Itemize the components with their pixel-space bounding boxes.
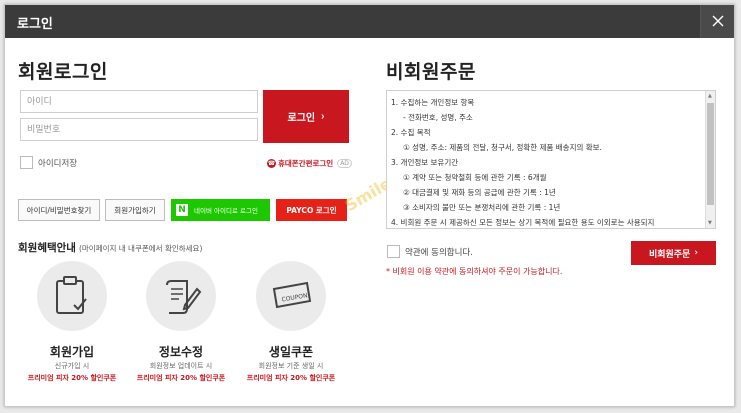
benefit-note: (마이페이지 내 내쿠폰에서 확인하세요) — [78, 244, 203, 253]
benefit-update-name: 정보수정 — [158, 345, 204, 359]
terms-scrollbar[interactable]: ▲ ▼ — [705, 91, 715, 228]
clipboard-check-icon — [56, 276, 87, 314]
terms-line: ① 계약 또는 청약철회 등에 관한 기록 : 6개월 — [403, 173, 547, 182]
close-button[interactable] — [700, 5, 734, 38]
join-label: 회원가입하기 — [114, 205, 156, 215]
title-bar: 로그인 — [5, 5, 734, 38]
scroll-up-icon[interactable]: ▲ — [708, 93, 712, 99]
benefit-birthday-name: 생일쿠폰 — [268, 345, 314, 359]
login-button[interactable]: 로그인 › — [263, 90, 349, 143]
find-account-button[interactable]: 아이디/비밀번호찾기 — [18, 199, 100, 221]
dialog-title: 로그인 — [17, 17, 53, 32]
benefit-birthday-promo: 프리미엄 피자 20% 할인쿠폰 — [246, 374, 336, 382]
phone-icon: ☎ — [267, 159, 276, 168]
payco-login-button[interactable]: PAYCO 로그인 — [276, 199, 347, 221]
terms-line: ② 대금결제 및 재화 등의 공급에 관한 기록 : 1년 — [403, 188, 556, 197]
naver-login-button[interactable]: N 네이버 아이디로 로그인 — [171, 199, 270, 221]
terms-line: ③ 소비자의 불만 또는 분쟁처리에 관한 기록 : 1년 — [403, 203, 561, 212]
chevron-right-icon: › — [321, 111, 325, 122]
phone-login-label: 휴대폰간편로그인 — [278, 159, 334, 168]
benefit-update-desc: 회원정보 업데이트 시 — [149, 362, 213, 370]
login-dialog: 로그인 회원로그인 로그인 › 아이디저장 ☎ 휴대폰간편로그인 AD 아이디/… — [4, 4, 735, 407]
scroll-down-icon[interactable]: ▼ — [708, 220, 712, 226]
phone-login-link[interactable]: ☎ 휴대폰간편로그인 AD — [267, 158, 352, 169]
save-id-label: 아이디저장 — [38, 159, 78, 169]
benefit-update-circle — [146, 261, 216, 331]
benefit-heading: 회원혜택안내 (마이페이지 내 내쿠폰에서 확인하세요) — [18, 240, 202, 255]
join-button[interactable]: 회원가입하기 — [105, 199, 165, 221]
naver-logo-icon: N — [176, 204, 188, 216]
benefit-title: 회원혜택안내 — [18, 242, 76, 254]
benefit-update-promo: 프리미엄 피자 20% 할인쿠폰 — [136, 374, 226, 382]
agree-checkbox[interactable] — [387, 245, 400, 258]
ad-badge: AD — [337, 159, 352, 168]
save-id-checkbox[interactable] — [20, 156, 33, 169]
terms-box[interactable]: 1. 수집하는 개인정보 항목 - 전화번호, 성명, 주소 2. 수집 목적 … — [386, 90, 716, 229]
scroll-thumb[interactable] — [707, 103, 714, 205]
password-input[interactable] — [20, 118, 258, 141]
terms-line: 3. 개인정보 보유기간 — [391, 158, 459, 167]
close-icon — [712, 15, 724, 27]
terms-line: 1. 수집하는 개인정보 항목 — [391, 98, 475, 107]
terms-list: 1. 수집하는 개인정보 항목 - 전화번호, 성명, 주소 2. 수집 목적 … — [387, 91, 715, 228]
guest-order-label: 비회원주문 — [648, 249, 691, 260]
benefit-join-desc: 신규가입 시 — [54, 362, 90, 370]
benefit-birthday-desc: 회원정보 기준 생일 시 — [258, 362, 324, 370]
find-account-label: 아이디/비밀번호찾기 — [26, 205, 92, 215]
benefit-join-name: 회원가입 — [49, 345, 95, 359]
member-login-heading: 회원로그인 — [18, 61, 108, 83]
id-input[interactable] — [20, 90, 258, 113]
terms-line: 2. 수집 목적 — [391, 128, 431, 137]
terms-line: 4. 비회원 주문 시 제공하신 모든 정보는 상기 목적에 필요한 용도 이외… — [391, 218, 655, 227]
benefit-birthday-circle: COUPON — [256, 261, 326, 331]
terms-line: ① 성명, 주소: 제품의 전달, 청구서, 정확한 제품 배송지의 확보. — [403, 143, 602, 152]
guest-order-button[interactable]: 비회원주문 › — [631, 241, 716, 265]
chevron-right-icon: › — [694, 248, 699, 258]
login-button-label: 로그인 — [287, 113, 316, 124]
benefit-join-promo: 프리미엄 피자 20% 할인쿠폰 — [27, 374, 117, 382]
coupon-icon: COUPON — [272, 281, 312, 309]
agree-warning: * 비회원 이용 약관에 동의하셔야 주문이 가능합니다. — [386, 267, 563, 276]
guest-order-heading: 비회원주문 — [386, 61, 476, 83]
benefit-join-circle — [37, 261, 107, 331]
terms-line: - 전화번호, 성명, 주소 — [403, 113, 473, 122]
payco-login-label: PAYCO 로그인 — [286, 205, 337, 215]
naver-login-label: 네이버 아이디로 로그인 — [194, 207, 258, 215]
document-pen-icon — [166, 280, 202, 314]
agree-label: 약관에 동의합니다. — [405, 248, 473, 258]
